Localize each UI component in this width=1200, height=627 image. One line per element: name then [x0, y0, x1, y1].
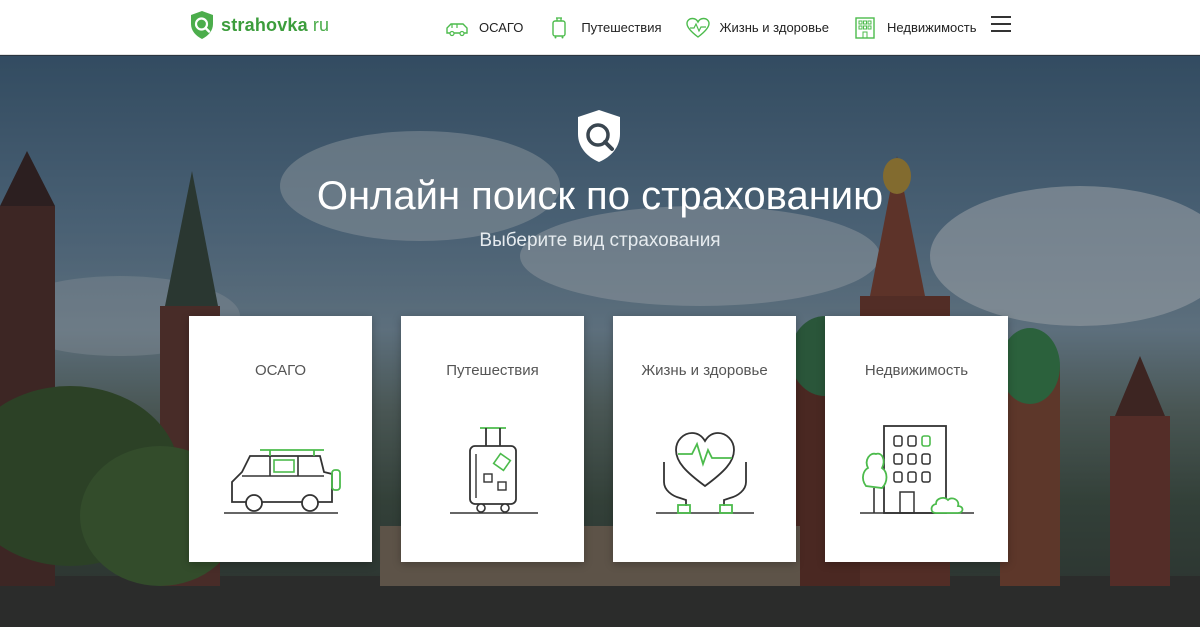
site-logo[interactable]: strahovka ru — [189, 10, 329, 40]
page-title: Онлайн поиск по страхованию — [316, 174, 884, 218]
nav-label: Путешествия — [581, 20, 662, 35]
logo-text: strahovka ru — [221, 14, 330, 35]
main-nav: ОСАГО Путешествия Жизнь и здоровье Недви… — [445, 0, 1001, 55]
page-subtitle: Выберите вид страхования — [479, 230, 721, 251]
card-travel[interactable]: Путешествия — [401, 316, 584, 562]
card-osago[interactable]: ОСАГО — [189, 316, 372, 562]
shield-search-icon — [578, 110, 620, 162]
nav-item-osago[interactable]: ОСАГО — [445, 17, 523, 39]
nav-item-travel[interactable]: Путешествия — [547, 16, 662, 39]
car-illustration — [224, 449, 341, 514]
hamburger-menu-icon[interactable] — [991, 16, 1011, 32]
nav-label: Жизнь и здоровье — [719, 20, 830, 35]
heart-icon — [685, 17, 710, 38]
building-icon — [855, 16, 875, 39]
insurance-type-cards: ОСАГО Путешествия Жизнь и здоровье Недви… — [189, 316, 1037, 562]
car-icon — [446, 22, 468, 36]
site-header: strahovka ru ОСАГО Путешествия Жизнь и з… — [0, 0, 1200, 55]
nav-label: ОСАГО — [479, 20, 524, 35]
nav-item-real-estate[interactable]: Недвижимость — [853, 16, 977, 39]
card-label: Недвижимость — [864, 362, 969, 379]
card-real-estate[interactable]: Недвижимость — [825, 316, 1008, 562]
building-illustration — [860, 425, 974, 514]
card-label: ОСАГО — [254, 362, 307, 379]
nav-label: Недвижимость — [887, 20, 977, 35]
heart-hands-illustration — [656, 432, 754, 514]
card-label: Путешествия — [446, 362, 539, 379]
shield-search-icon — [191, 11, 213, 39]
card-label: Жизнь и здоровье — [641, 362, 768, 379]
hero-section: Онлайн поиск по страхованию Выберите вид… — [0, 56, 1200, 627]
nav-item-life-health[interactable]: Жизнь и здоровье — [685, 17, 830, 39]
suitcase-icon — [552, 16, 567, 38]
suitcase-illustration — [450, 427, 538, 514]
card-life-health[interactable]: Жизнь и здоровье — [613, 316, 796, 562]
